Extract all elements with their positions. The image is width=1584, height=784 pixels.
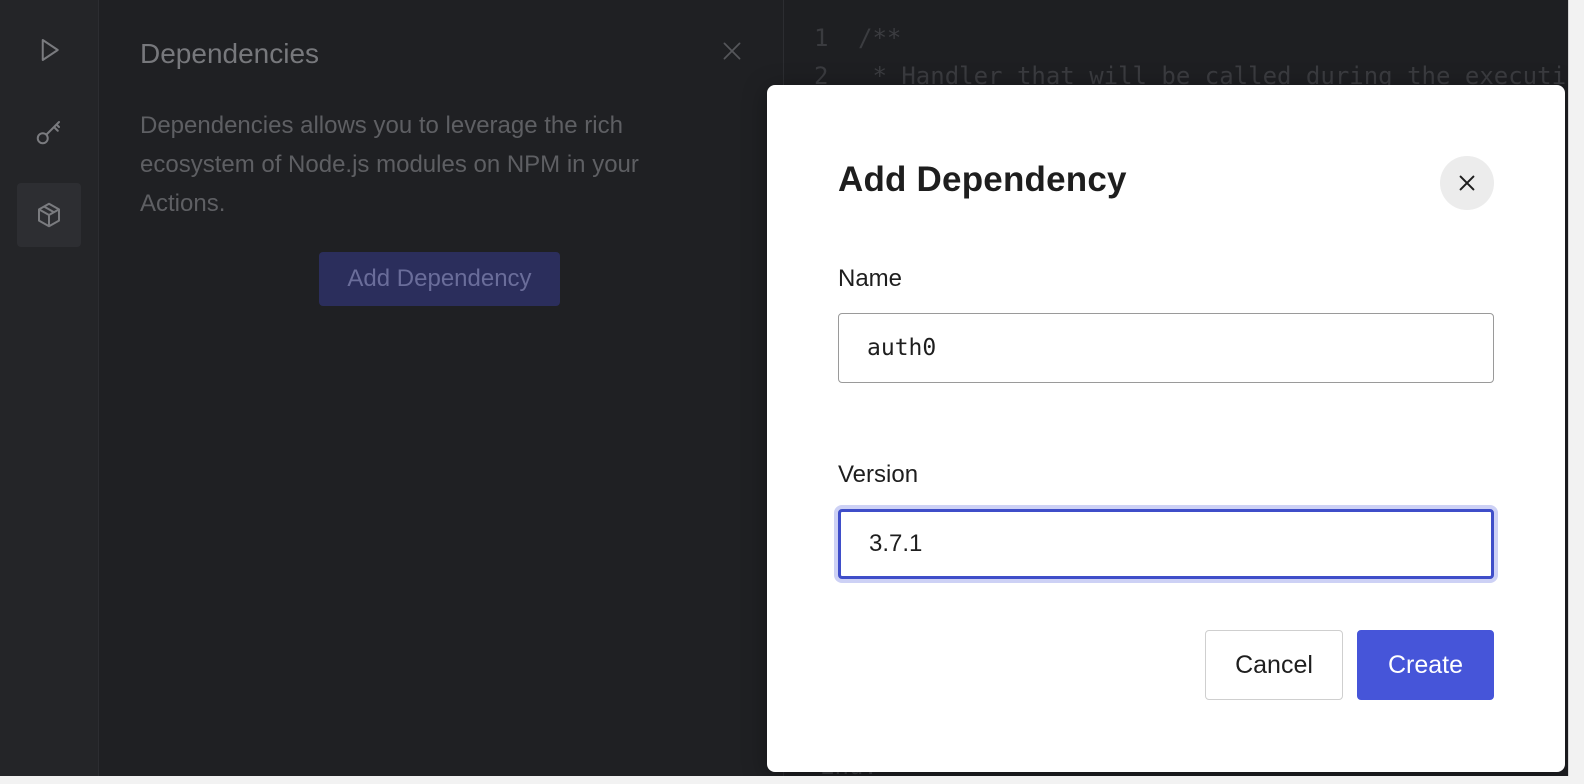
create-button[interactable]: Create [1357,630,1494,700]
name-label: Name [838,265,903,292]
name-field[interactable] [838,313,1494,383]
version-label: Version [838,461,919,488]
version-field[interactable] [838,509,1494,579]
dialog-close-button[interactable] [1440,156,1494,210]
dialog-title: Add Dependency [838,160,1127,199]
cancel-button[interactable]: Cancel [1205,630,1343,700]
close-icon [1459,175,1475,191]
add-dependency-dialog: Add Dependency Name Version Cancel Creat… [767,85,1565,772]
actions-editor-window: Dependencies Dependencies allows you to … [0,0,1569,776]
